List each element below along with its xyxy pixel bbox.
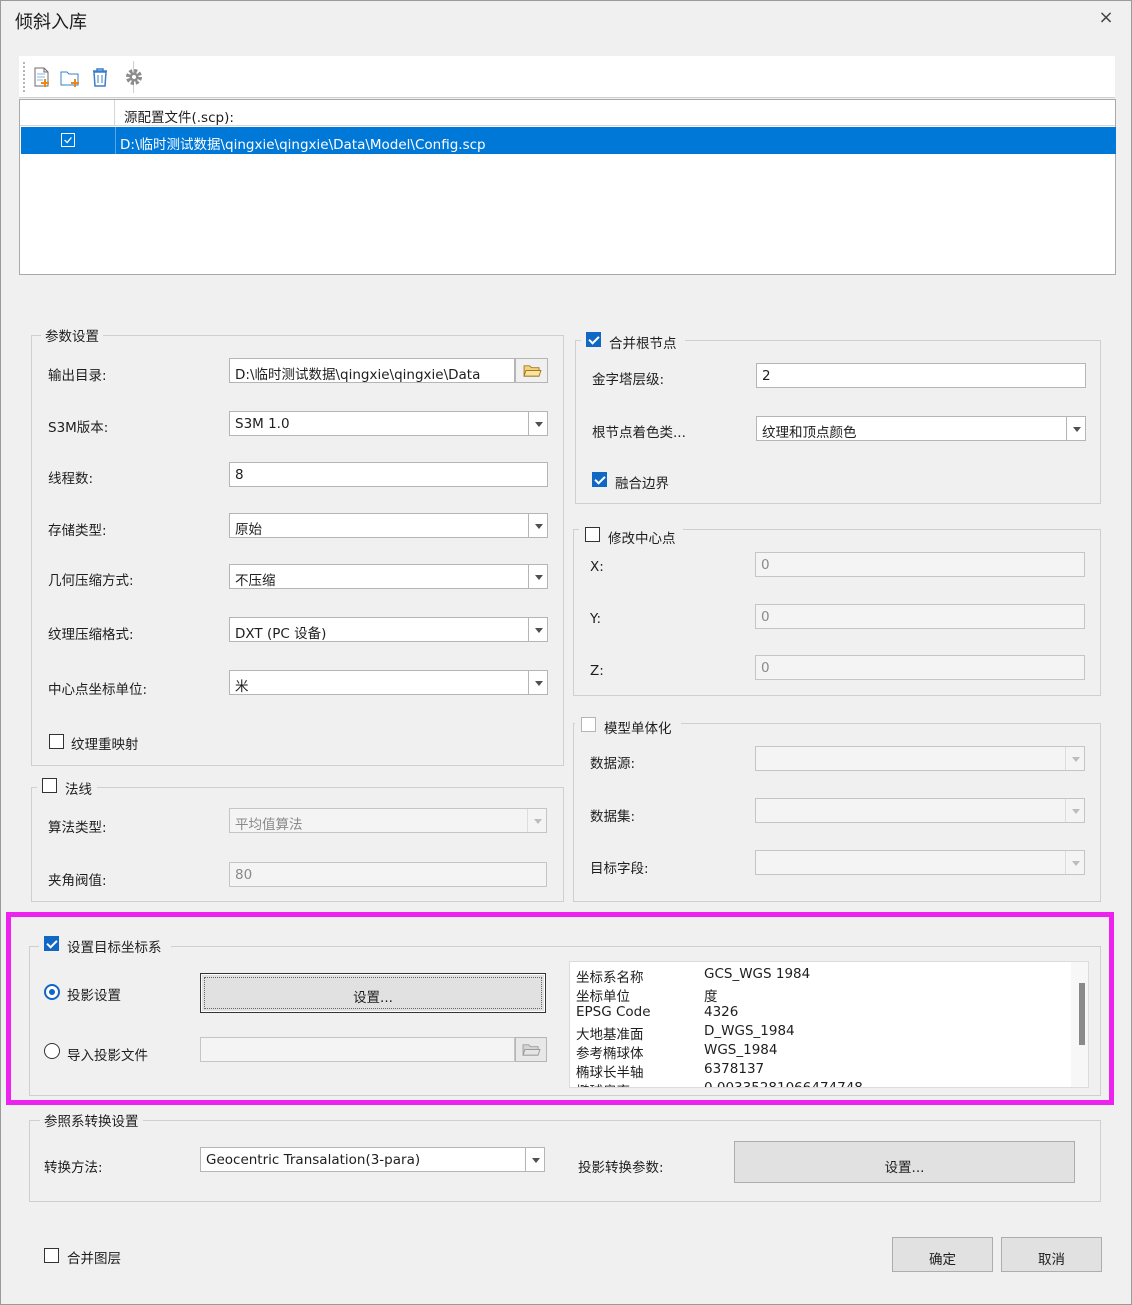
- add-folder-icon[interactable]: [59, 66, 81, 88]
- z-label: Z:: [590, 663, 604, 679]
- pyramid-level-input[interactable]: 2: [756, 363, 1086, 388]
- chevron-down-icon[interactable]: [525, 1148, 544, 1171]
- row-checkbox[interactable]: [61, 133, 75, 147]
- chevron-down-icon[interactable]: [1065, 851, 1084, 874]
- chevron-down-icon[interactable]: [528, 565, 547, 588]
- dataset-select[interactable]: [755, 798, 1085, 823]
- chevron-down-icon[interactable]: [528, 618, 547, 641]
- folder-open-icon: [523, 365, 542, 377]
- threads-label: 线程数:: [48, 471, 94, 487]
- z-input[interactable]: 0: [755, 655, 1085, 680]
- config-file-list[interactable]: 源配置文件(.scp): D:\临时测试数据\qingxie\qingxie\D…: [19, 99, 1116, 275]
- row-divider: [115, 127, 116, 154]
- chevron-down-icon[interactable]: [1065, 799, 1084, 822]
- normal-group-title: 法线: [65, 782, 92, 798]
- merge-root-checkbox[interactable]: [586, 332, 601, 347]
- toolbar: [19, 56, 1115, 98]
- ok-button[interactable]: 确定: [892, 1237, 993, 1272]
- new-file-icon[interactable]: [31, 66, 53, 88]
- geometry-compression-select[interactable]: 不压缩: [229, 564, 548, 589]
- geometry-compression-label: 几何压缩方式:: [48, 573, 134, 589]
- normal-checkbox[interactable]: [42, 778, 57, 793]
- s3m-version-label: S3M版本:: [48, 420, 109, 436]
- storage-type-label: 存储类型:: [48, 523, 107, 539]
- center-unit-label: 中心点坐标单位:: [48, 682, 148, 698]
- chevron-down-icon[interactable]: [528, 671, 547, 694]
- algorithm-select[interactable]: 平均值算法: [229, 808, 547, 833]
- merge-layers-label: 合并图层: [67, 1251, 121, 1267]
- modify-center-checkbox[interactable]: [585, 527, 600, 542]
- settings-icon[interactable]: [123, 66, 145, 88]
- algorithm-label: 算法类型:: [48, 820, 107, 836]
- dataset-label: 数据集:: [590, 809, 636, 825]
- projection-param-button-label: 设置...: [884, 1160, 925, 1176]
- center-unit-value: 米: [235, 679, 249, 695]
- storage-type-value: 原始: [235, 522, 262, 538]
- dialog-title: 倾斜入库: [15, 12, 87, 33]
- list-row[interactable]: D:\临时测试数据\qingxie\qingxie\Data\Model\Con…: [21, 127, 1116, 154]
- projection-param-label: 投影转换参数:: [578, 1160, 664, 1176]
- y-label: Y:: [590, 611, 602, 627]
- chevron-down-icon[interactable]: [528, 514, 547, 537]
- texture-compression-value: DXT (PC 设备): [235, 626, 327, 642]
- delete-icon[interactable]: [89, 66, 111, 88]
- chevron-down-icon[interactable]: [1065, 747, 1084, 770]
- root-color-label: 根节点着色类...: [592, 425, 686, 441]
- list-header-check-column: [20, 100, 115, 126]
- dialog-window: 倾斜入库 × 源配置文件(.scp): D:\临时测试数据\qingxie\qi…: [0, 0, 1132, 1305]
- highlight-box: [6, 912, 1114, 1105]
- toolbar-grip: [23, 62, 25, 92]
- target-field-label: 目标字段:: [590, 861, 649, 877]
- blend-border-label: 融合边界: [615, 476, 669, 492]
- params-group: [31, 335, 564, 766]
- cancel-button[interactable]: 取消: [1001, 1237, 1102, 1272]
- browse-folder-button[interactable]: [515, 358, 548, 383]
- datasource-label: 数据源:: [590, 756, 636, 772]
- texture-remap-label: 纹理重映射: [71, 737, 139, 753]
- threads-input[interactable]: 8: [229, 462, 548, 487]
- s3m-version-select[interactable]: S3M 1.0: [229, 411, 548, 436]
- center-group-title: 修改中心点: [608, 531, 676, 547]
- target-field-select[interactable]: [755, 850, 1085, 875]
- angle-threshold-label: 夹角阀值:: [48, 873, 107, 889]
- geometry-compression-value: 不压缩: [235, 573, 276, 589]
- list-header-label: 源配置文件(.scp):: [124, 110, 234, 126]
- center-unit-select[interactable]: 米: [229, 670, 548, 695]
- ref-conversion-title: 参照系转换设置: [40, 1110, 143, 1130]
- merge-layers-checkbox[interactable]: [44, 1248, 59, 1263]
- close-icon[interactable]: ×: [1097, 7, 1115, 28]
- merge-root-title: 合并根节点: [609, 336, 677, 352]
- s3m-version-value: S3M 1.0: [235, 416, 290, 432]
- output-dir-field[interactable]: D:\临时测试数据\qingxie\qingxie\Data: [229, 358, 515, 383]
- conversion-method-label: 转换方法:: [44, 1160, 103, 1176]
- y-input[interactable]: 0: [755, 604, 1085, 629]
- params-group-title: 参数设置: [41, 325, 103, 345]
- algorithm-value: 平均值算法: [235, 817, 303, 833]
- monomer-group-title: 模型单体化: [604, 721, 672, 737]
- cancel-button-label: 取消: [1038, 1252, 1065, 1268]
- monomer-checkbox[interactable]: [581, 717, 596, 732]
- projection-param-button[interactable]: 设置...: [734, 1141, 1075, 1183]
- list-header-file-column: [115, 100, 1115, 126]
- row-file-path: D:\临时测试数据\qingxie\qingxie\Data\Model\Con…: [120, 137, 486, 153]
- texture-compression-select[interactable]: DXT (PC 设备): [229, 617, 548, 642]
- datasource-select[interactable]: [755, 746, 1085, 771]
- texture-compression-label: 纹理压缩格式:: [48, 627, 134, 643]
- chevron-down-icon[interactable]: [528, 412, 547, 435]
- pyramid-level-label: 金字塔层级:: [592, 372, 665, 388]
- chevron-down-icon[interactable]: [527, 809, 546, 832]
- root-color-select[interactable]: 纹理和顶点颜色: [756, 416, 1086, 441]
- storage-type-select[interactable]: 原始: [229, 513, 548, 538]
- conversion-method-value: Geocentric Transalation(3-para): [206, 1152, 421, 1168]
- x-label: X:: [590, 559, 604, 575]
- output-dir-label: 输出目录:: [48, 368, 107, 384]
- root-color-value: 纹理和顶点颜色: [762, 425, 857, 441]
- blend-border-checkbox[interactable]: [592, 472, 607, 487]
- chevron-down-icon[interactable]: [1066, 417, 1085, 440]
- angle-threshold-input[interactable]: 80: [229, 862, 547, 887]
- texture-remap-checkbox[interactable]: [49, 734, 64, 749]
- ok-button-label: 确定: [929, 1252, 956, 1268]
- conversion-method-select[interactable]: Geocentric Transalation(3-para): [200, 1147, 545, 1172]
- x-input[interactable]: 0: [755, 552, 1085, 577]
